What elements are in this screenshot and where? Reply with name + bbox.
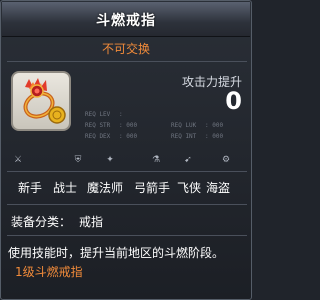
title-bar: 斗燃戒指 (2, 2, 250, 37)
flask-icon: ⚗ (151, 155, 161, 165)
stat-icon-row: ⚔ ⛨ ✦ ⚗ ➹ ⚙ (9, 153, 245, 167)
job-magician: 魔法师 (87, 181, 124, 195)
job-beginner: 新手 (18, 181, 43, 195)
req-luk-label: REQ LUK (171, 122, 197, 129)
item-icon-frame (11, 71, 71, 131)
job-thief: 飞侠 (177, 181, 202, 195)
job-warrior: 战士 (53, 181, 78, 195)
divider (7, 171, 247, 172)
sword-icon: ⚔ (13, 155, 23, 165)
tradeability-label: 不可交换 (101, 42, 150, 56)
req-int-label: REQ INT (171, 133, 197, 140)
req-str-label: REQ STR (85, 122, 111, 129)
req-luk-value: : 000 (205, 122, 224, 129)
equipment-type-value: 戒指 (79, 215, 104, 229)
job-pirate: 海盗 (206, 181, 231, 195)
req-int-value: : 000 (205, 133, 224, 140)
divider (7, 235, 247, 236)
req-str-value: : 000 (119, 122, 138, 129)
equipment-type-label: 装备分类： (11, 215, 72, 229)
item-name: 斗燃戒指 (96, 13, 156, 29)
item-tooltip: 斗燃戒指 不可交换 攻击力提升 0 REQ LEV : REQ STR : 00… (0, 0, 252, 300)
job-bowman: 弓箭手 (134, 181, 171, 195)
star-icon: ✦ (106, 155, 114, 165)
divider (7, 204, 247, 205)
gear-icon: ⚙ (221, 155, 231, 165)
item-description: 使用技能时，提升当前地区的斗燃阶段。 (8, 246, 225, 260)
shield-icon: ⛨ (74, 155, 82, 165)
attack-power-value: 0 (225, 87, 242, 115)
job-list: 新手 战士 魔法师 弓箭手 飞侠 海盗 (1, 179, 253, 197)
req-lev-label: REQ LEV (85, 111, 111, 118)
arrow-icon: ➹ (184, 155, 192, 165)
req-lev-value: : (119, 111, 123, 118)
req-dex-value: : 000 (119, 133, 138, 140)
divider (7, 61, 247, 62)
equipment-type: 装备分类： 戒指 (11, 213, 103, 230)
flaming-ring-icon (23, 78, 66, 124)
req-dex-label: REQ DEX (85, 133, 111, 140)
set-item-link: 1级斗燃戒指 (15, 265, 83, 279)
